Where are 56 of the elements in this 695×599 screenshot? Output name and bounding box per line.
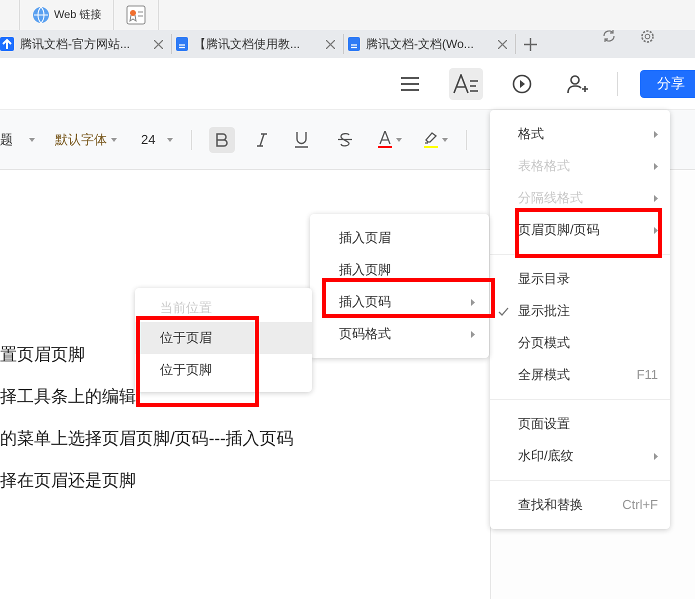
menu-item[interactable]: 位于页脚 [135, 354, 312, 386]
menu-item[interactable]: 插入页码 [310, 286, 489, 318]
globe-icon [32, 6, 50, 24]
certificate-icon[interactable] [126, 5, 146, 25]
menu-item[interactable]: 页面设置 [490, 408, 670, 440]
text-format-icon [453, 74, 479, 94]
menu-item[interactable]: 显示目录 [490, 263, 670, 295]
bold-icon [216, 132, 228, 146]
size-dropdown[interactable]: 24 [141, 130, 174, 150]
arrow-logo-icon [0, 37, 14, 51]
caret-icon [167, 138, 174, 142]
menu-item[interactable]: 全屏模式 F11 [490, 359, 670, 391]
menu-item[interactable]: 显示批注 [490, 295, 670, 327]
menu-item[interactable]: 格式 [490, 118, 670, 150]
document-icon [348, 37, 360, 51]
close-icon[interactable] [498, 40, 507, 48]
menu-icon [401, 76, 419, 90]
document-text-line: 的菜单上选择页眉页脚/页码---插入页码 [0, 428, 294, 450]
style-dropdown[interactable]: 题 [0, 130, 35, 150]
menu-item[interactable]: 插入页眉 [310, 222, 489, 254]
underline-icon[interactable] [295, 132, 308, 148]
close-icon[interactable] [154, 40, 163, 48]
document-text-line: 择在页眉还是页脚 [0, 470, 137, 492]
highlighter-icon[interactable] [424, 131, 438, 148]
font-dropdown[interactable]: 默认字体 [55, 130, 117, 150]
browser-tab[interactable]: 【腾讯文档使用教... [172, 34, 344, 54]
checkmark-icon [498, 306, 509, 316]
menu-item[interactable]: 分页模式 [490, 327, 670, 359]
strikethrough-icon[interactable] [338, 132, 352, 147]
italic-icon[interactable] [257, 132, 268, 146]
bold-button[interactable] [209, 126, 236, 152]
close-icon[interactable] [326, 40, 335, 48]
font-color-icon[interactable] [378, 131, 392, 148]
menu-item[interactable]: 页码格式 [310, 318, 489, 350]
play-icon [512, 74, 532, 94]
browser-tab[interactable]: 腾讯文档-文档(Wo... [344, 34, 516, 54]
menu-item[interactable]: 查找和替换 Ctrl+F [490, 489, 670, 521]
share-button[interactable]: 分享 [640, 70, 695, 98]
refresh-icon[interactable] [602, 29, 616, 43]
add-user-icon [567, 74, 589, 94]
menu-item[interactable]: 页眉页脚/页码 [490, 214, 670, 246]
caret-icon [29, 138, 35, 142]
settings-icon[interactable] [640, 28, 655, 44]
browser-tab[interactable]: 腾讯文档-官方网站... [0, 34, 172, 54]
menu-item[interactable]: 插入页脚 [310, 254, 489, 286]
bookmark-label[interactable]: Web 链接 [54, 10, 102, 20]
menu-item[interactable]: 水印/底纹 [490, 440, 670, 472]
caret-icon [442, 138, 448, 142]
menu-item[interactable]: 位于页眉 [135, 322, 312, 354]
document-icon [176, 37, 188, 51]
document-text-line: 择工具条上的编辑 [0, 386, 137, 408]
new-tab-icon[interactable] [524, 38, 537, 50]
toolbar-button[interactable] [449, 68, 483, 100]
caret-icon [111, 138, 117, 142]
document-text-line: 置页眉页脚 [0, 344, 86, 366]
caret-icon [396, 138, 402, 142]
